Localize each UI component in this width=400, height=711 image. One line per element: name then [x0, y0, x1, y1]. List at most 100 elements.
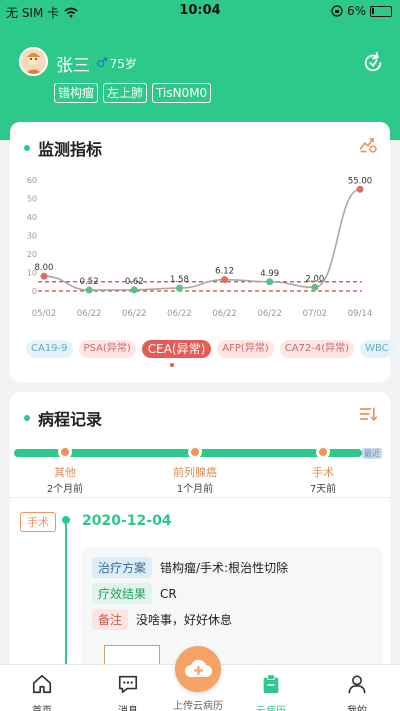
data-label: 55.00	[348, 176, 372, 186]
x-tick-label: 06/22	[77, 309, 102, 319]
timeline-latest-label: 最近	[362, 448, 382, 459]
history-card: 病程记录 最近 其他 2个月前 前列腺癌 1个月前 手术 7天前 手术 2020…	[10, 392, 390, 687]
male-icon: ♂	[96, 56, 108, 71]
data-label: 0.62	[125, 277, 144, 287]
event-value: 错构瘤/手术:根治性切除	[160, 561, 289, 575]
upload-record-label: 上传云病历	[173, 701, 223, 711]
y-tick-label: 0	[32, 287, 37, 296]
y-tick-label: 60	[27, 176, 37, 185]
divider	[10, 497, 390, 498]
x-tick-label: 06/22	[122, 309, 147, 319]
indicator-chip[interactable]: CA72-4(异常)	[279, 340, 355, 358]
message-icon	[118, 675, 138, 694]
event-key: 疗效结果	[92, 583, 153, 604]
timeline-time: 7天前	[309, 484, 337, 495]
bullet-dot	[24, 145, 30, 151]
x-tick-label: 05/02	[32, 309, 57, 319]
data-label: 0.52	[80, 277, 99, 287]
upload-record-button[interactable]	[175, 646, 221, 692]
trend-settings-icon[interactable]	[358, 134, 378, 154]
history-title-text: 病程记录	[38, 410, 103, 429]
event-dot	[62, 516, 70, 524]
diagnosis-tag: 错构瘤	[54, 83, 99, 103]
timeline-node[interactable]	[58, 445, 72, 459]
data-point	[311, 283, 319, 291]
home-icon	[32, 674, 52, 694]
timeline-label: 前列腺癌	[173, 466, 217, 479]
nav-home[interactable]: 首页	[12, 673, 72, 711]
data-label: 8.00	[35, 263, 54, 273]
y-tick-label: 50	[27, 195, 37, 204]
x-tick-label: 07/02	[303, 309, 328, 319]
monitor-title-text: 监测指标	[38, 140, 103, 159]
person-icon	[348, 675, 366, 694]
cloud-upload-icon	[185, 659, 212, 677]
rotation-lock-icon	[331, 5, 343, 17]
diagnosis-tags: 错构瘤 左上肺 TisN0M0	[54, 83, 212, 103]
nav-label: 消息	[98, 702, 158, 711]
event-type-tag: 手术	[20, 512, 56, 532]
data-label: 4.99	[260, 269, 279, 279]
x-tick-label: 09/14	[348, 309, 373, 319]
clipboard-icon	[263, 674, 279, 694]
x-tick-label: 06/22	[257, 309, 282, 319]
data-point	[356, 185, 364, 193]
timeline-node[interactable]	[316, 445, 330, 459]
nav-label: 我的	[327, 702, 387, 711]
timeline-node[interactable]	[188, 445, 202, 459]
data-label: 6.12	[215, 267, 234, 277]
history-title: 病程记录	[24, 406, 102, 430]
indicator-chip[interactable]: CA19-9	[26, 340, 73, 358]
data-point	[175, 284, 183, 292]
page-indicator	[170, 363, 174, 367]
timeline-time: 1个月前	[176, 484, 214, 495]
data-point	[221, 276, 229, 284]
x-tick-label: 06/22	[212, 309, 237, 319]
event-value: 没啥事，好好休息	[136, 613, 233, 627]
battery-icon	[370, 5, 392, 17]
nav-messages[interactable]: 消息	[98, 673, 158, 711]
indicator-chip[interactable]: PSA(异常)	[78, 340, 136, 358]
monitor-card: 监测指标 0 10 20 30 40 50 60 8.00 05/02 0.52 06/22 0.62…	[10, 122, 394, 382]
diagnosis-tag: 左上肺	[103, 83, 148, 103]
data-label: 1.58	[170, 275, 189, 285]
data-point	[40, 272, 48, 280]
indicator-chip[interactable]: WBC	[360, 340, 394, 358]
y-tick-label: 40	[27, 213, 37, 222]
patient-gender-age: ♂ 75岁	[96, 55, 137, 72]
nav-label: 云病历	[241, 702, 301, 711]
timeline-label: 其他	[54, 466, 76, 479]
nav-label: 首页	[12, 702, 72, 711]
timeline-label: 手术	[312, 466, 334, 479]
x-tick-label: 06/22	[167, 309, 192, 319]
bullet-dot	[24, 415, 30, 421]
event-key: 治疗方案	[92, 557, 153, 578]
indicator-chips: CA19-9 PSA(异常) CEA(异常) AFP(异常) CA72-4(异常…	[26, 340, 394, 358]
data-point	[266, 278, 274, 286]
patient-age: 75岁	[109, 57, 137, 71]
event-row-plan: 治疗方案 错构瘤/手术:根治性切除	[92, 557, 288, 578]
patient-name: 张三	[56, 56, 90, 76]
battery-percent: 6%	[346, 4, 366, 18]
indicator-chip[interactable]: AFP(异常)	[217, 340, 274, 358]
refresh-icon[interactable]	[362, 52, 384, 74]
event-value: CR	[160, 586, 177, 601]
event-key: 备注	[92, 609, 129, 630]
sort-icon[interactable]	[358, 404, 378, 424]
nav-cloud-record[interactable]: 云病历	[241, 673, 301, 711]
diagnosis-tag: TisN0M0	[152, 83, 212, 103]
y-tick-label: 30	[27, 232, 37, 241]
event-line	[65, 524, 67, 684]
data-point	[85, 286, 93, 294]
data-point	[130, 286, 138, 294]
event-row-result: 疗效结果 CR	[92, 583, 177, 604]
y-tick-label: 20	[27, 250, 37, 259]
event-row-note: 备注 没啥事，好好休息	[92, 609, 232, 630]
avatar[interactable]	[19, 47, 48, 76]
indicator-chip[interactable]: CEA(异常)	[141, 340, 212, 358]
monitor-title: 监测指标	[24, 136, 102, 160]
status-bar: 无 SIM 卡 10:04 6%	[0, 0, 400, 22]
timeline-time: 2个月前	[46, 484, 84, 495]
nav-profile[interactable]: 我的	[327, 673, 387, 711]
event-date: 2020-12-04	[82, 513, 172, 529]
